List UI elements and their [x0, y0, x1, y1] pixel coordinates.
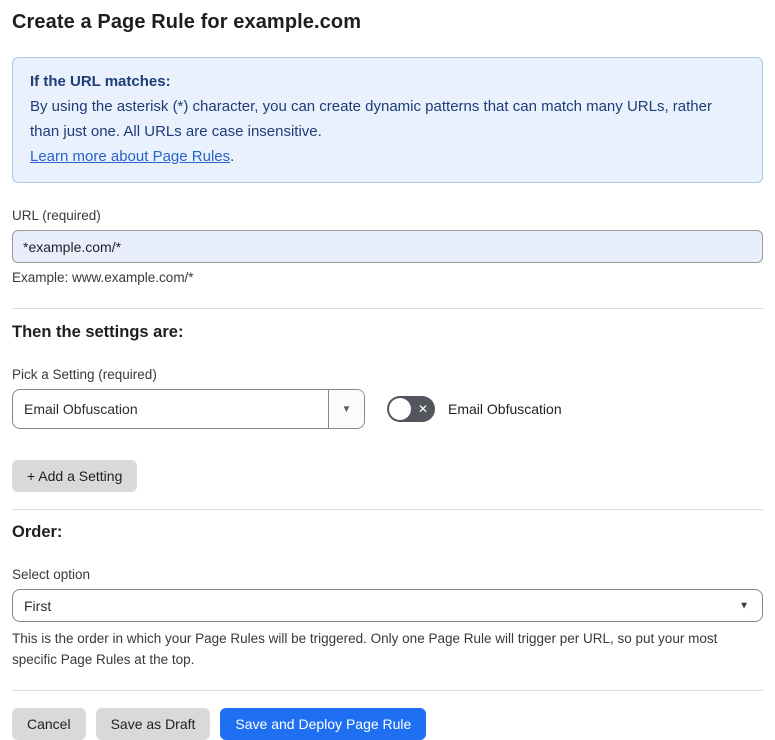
order-select-label: Select option — [12, 567, 91, 582]
footer-actions: Cancel Save as Draft Save and Deploy Pag… — [12, 708, 763, 740]
chevron-down-icon: ▼ — [341, 403, 352, 415]
toggle-label: Email Obfuscation — [448, 401, 562, 417]
setting-dropdown-value[interactable]: Email Obfuscation — [13, 390, 328, 428]
add-setting-button[interactable]: + Add a Setting — [12, 460, 138, 492]
info-box-body-text: By using the asterisk (*) character, you… — [30, 98, 712, 140]
setting-dropdown[interactable]: Email Obfuscation ▼ — [12, 389, 365, 429]
url-input[interactable] — [12, 230, 763, 263]
url-match-info-box: If the URL matches: By using the asteris… — [12, 57, 763, 183]
order-section-heading: Order: — [12, 523, 63, 541]
divider — [12, 509, 763, 510]
url-field-label: URL (required) — [12, 208, 101, 223]
order-helper-text: This is the order in which your Page Rul… — [12, 631, 718, 667]
link-suffix: . — [230, 148, 235, 165]
pick-setting-label: Pick a Setting (required) — [12, 367, 157, 382]
setting-dropdown-arrow-button[interactable]: ▼ — [328, 390, 364, 428]
settings-section-heading: Then the settings are: — [12, 323, 184, 341]
toggle-knob — [389, 398, 411, 420]
info-box-heading: If the URL matches: — [30, 73, 171, 90]
divider — [12, 690, 763, 691]
setting-row: Email Obfuscation ▼ ✕ Email Obfuscation — [12, 389, 763, 429]
order-select-value: First — [24, 597, 52, 614]
chevron-down-icon: ▼ — [739, 600, 749, 611]
save-and-deploy-button[interactable]: Save and Deploy Page Rule — [220, 708, 427, 740]
email-obfuscation-toggle[interactable]: ✕ — [387, 396, 435, 422]
order-select[interactable]: First ▼ — [12, 589, 763, 622]
toggle-off-x-icon: ✕ — [417, 402, 428, 416]
info-box-link-line: Learn more about Page Rules. — [30, 144, 745, 169]
learn-more-link[interactable]: Learn more about Page Rules — [30, 148, 230, 165]
save-as-draft-button[interactable]: Save as Draft — [95, 708, 211, 740]
info-box-body: By using the asterisk (*) character, you… — [30, 94, 745, 144]
cancel-button[interactable]: Cancel — [12, 708, 86, 740]
divider — [12, 308, 763, 309]
url-example-helper: Example: www.example.com/* — [12, 270, 194, 285]
page-title: Create a Page Rule for example.com — [12, 11, 362, 33]
